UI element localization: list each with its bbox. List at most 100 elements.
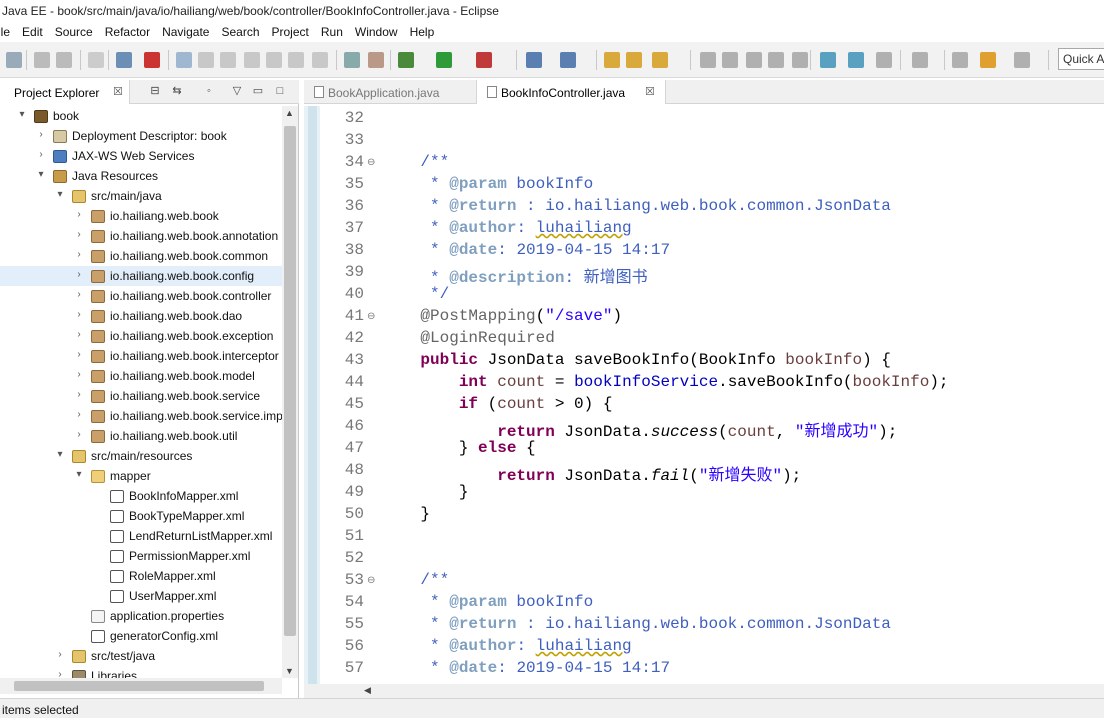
tree-item[interactable]: › JAX-WS Web Services [0, 146, 282, 166]
expanded-arrow-icon[interactable]: ▾ [74, 469, 84, 480]
terminate-icon[interactable] [144, 52, 160, 68]
back-icon[interactable] [952, 52, 968, 68]
tree-item[interactable]: application.properties [0, 606, 282, 626]
collapsed-arrow-icon[interactable]: › [36, 129, 46, 140]
tree-item[interactable]: ▾ mapper [0, 466, 282, 486]
tab-project-explorer[interactable]: Project Explorer ☒ [0, 80, 130, 104]
tree-item[interactable]: ▾ src/main/resources [0, 446, 282, 466]
word-wrap-icon[interactable] [792, 52, 808, 68]
prev-annotation-icon[interactable] [876, 52, 892, 68]
collapsed-arrow-icon[interactable]: › [74, 409, 84, 420]
tree-item[interactable]: › Libraries [0, 666, 282, 678]
tree-item[interactable]: › io.hailiang.web.book.exception [0, 326, 282, 346]
tree-item[interactable]: › Deployment Descriptor: book [0, 126, 282, 146]
step-return-icon[interactable] [312, 52, 328, 68]
collapsed-arrow-icon[interactable]: › [74, 209, 84, 220]
quick-access-input[interactable]: Quick A [1058, 48, 1104, 70]
tree-item[interactable]: › io.hailiang.web.book.config [0, 266, 282, 286]
run-icon[interactable] [436, 52, 452, 68]
new-java-project-icon[interactable] [560, 52, 576, 68]
menu-item[interactable]: Source [55, 25, 103, 39]
tree-item[interactable]: LendReturnListMapper.xml [0, 526, 282, 546]
link-with-editor-icon[interactable]: ⇆ [170, 85, 184, 98]
annotation-icon[interactable] [722, 52, 738, 68]
collapsed-arrow-icon[interactable]: › [74, 429, 84, 440]
menu-item[interactable]: Project [272, 25, 319, 39]
minimize-icon[interactable]: ▭ [251, 85, 265, 98]
collapsed-arrow-icon[interactable]: › [74, 309, 84, 320]
stop-icon[interactable] [220, 52, 236, 68]
editor-tab[interactable]: BookApplication.java [304, 80, 474, 104]
new-icon[interactable] [6, 52, 22, 68]
menu-item[interactable]: Help [410, 25, 445, 39]
fold-toggle-icon[interactable]: ⊖ [367, 575, 375, 586]
tree-item[interactable]: ▾ Java Resources [0, 166, 282, 186]
collapsed-arrow-icon[interactable]: › [74, 289, 84, 300]
step-over-icon[interactable] [288, 52, 304, 68]
search-icon[interactable] [368, 52, 384, 68]
code-area[interactable]: /** * @param bookInfo * @return : io.hai… [382, 106, 1104, 684]
scroll-down-icon[interactable]: ▼ [285, 666, 294, 676]
tree-item[interactable]: › io.hailiang.web.book.model [0, 366, 282, 386]
tree-item[interactable]: › io.hailiang.web.book.util [0, 426, 282, 446]
block-selection-icon[interactable] [768, 52, 784, 68]
menu-item[interactable]: Edit [22, 25, 53, 39]
scrollbar-thumb[interactable] [14, 681, 264, 691]
tree-item[interactable]: generatorConfig.xml [0, 626, 282, 646]
tree-item[interactable]: › io.hailiang.web.book.controller [0, 286, 282, 306]
suspend-icon[interactable] [198, 52, 214, 68]
last-edit-icon[interactable] [912, 52, 928, 68]
collapse-all-icon[interactable]: ⊟ [148, 85, 162, 98]
tree-item[interactable]: › io.hailiang.web.book.annotation [0, 226, 282, 246]
open-type-icon[interactable] [344, 52, 360, 68]
menu-item[interactable]: Search [221, 25, 269, 39]
save-icon[interactable] [34, 52, 50, 68]
collapsed-arrow-icon[interactable]: › [36, 149, 46, 160]
open-task-icon[interactable] [652, 52, 668, 68]
collapsed-arrow-icon[interactable]: › [55, 649, 65, 660]
expanded-arrow-icon[interactable]: ▾ [55, 189, 65, 200]
fold-toggle-icon[interactable]: ⊖ [367, 157, 375, 168]
menu-item[interactable]: Navigate [162, 25, 219, 39]
collapsed-arrow-icon[interactable]: › [74, 389, 84, 400]
maximize-icon[interactable]: □ [273, 85, 287, 98]
collapsed-arrow-icon[interactable]: › [74, 269, 84, 280]
collapsed-arrow-icon[interactable]: › [74, 329, 84, 340]
menu-item[interactable]: Run [321, 25, 353, 39]
tree-item[interactable]: ▾ book [0, 106, 282, 126]
tree-item[interactable]: PermissionMapper.xml [0, 546, 282, 566]
scroll-up-icon[interactable]: ▲ [285, 108, 294, 118]
toggle-mark-icon[interactable] [700, 52, 716, 68]
collapsed-arrow-icon[interactable]: › [74, 229, 84, 240]
project-explorer-horizontal-scrollbar[interactable] [0, 678, 282, 694]
open-file-icon[interactable] [626, 52, 642, 68]
scrollbar-thumb[interactable] [284, 126, 296, 636]
editor-horizontal-scrollbar[interactable]: ◀ [304, 684, 1104, 698]
tree-item[interactable]: › src/test/java [0, 646, 282, 666]
collapsed-arrow-icon[interactable]: › [74, 349, 84, 360]
close-icon[interactable]: ☒ [645, 85, 655, 98]
pin-editor-icon[interactable] [820, 52, 836, 68]
forward-icon[interactable] [980, 52, 996, 68]
save-all-icon[interactable] [56, 52, 72, 68]
tree-item[interactable]: RoleMapper.xml [0, 566, 282, 586]
expanded-arrow-icon[interactable]: ▾ [17, 109, 27, 120]
menu-item[interactable]: ile [0, 25, 20, 39]
new-server-icon[interactable] [526, 52, 542, 68]
tree-item[interactable]: BookInfoMapper.xml [0, 486, 282, 506]
whitespace-icon[interactable] [746, 52, 762, 68]
next-annotation-icon[interactable] [848, 52, 864, 68]
tree-item[interactable]: › io.hailiang.web.book.common [0, 246, 282, 266]
forward-nav-icon[interactable] [1014, 52, 1030, 68]
editor-tab[interactable]: BookInfoController.java ☒ [476, 80, 666, 104]
tree-item[interactable]: › io.hailiang.web.book.service.imp [0, 406, 282, 426]
expanded-arrow-icon[interactable]: ▾ [55, 449, 65, 460]
project-explorer-vertical-scrollbar[interactable]: ▲ ▼ [282, 106, 298, 678]
tree-item[interactable]: › io.hailiang.web.book.dao [0, 306, 282, 326]
properties-icon[interactable] [88, 52, 104, 68]
menu-item[interactable]: Window [355, 25, 408, 39]
collapsed-arrow-icon[interactable]: › [74, 369, 84, 380]
open-folder-icon[interactable] [604, 52, 620, 68]
scroll-left-icon[interactable]: ◀ [364, 685, 371, 696]
debug-icon[interactable] [398, 52, 414, 68]
